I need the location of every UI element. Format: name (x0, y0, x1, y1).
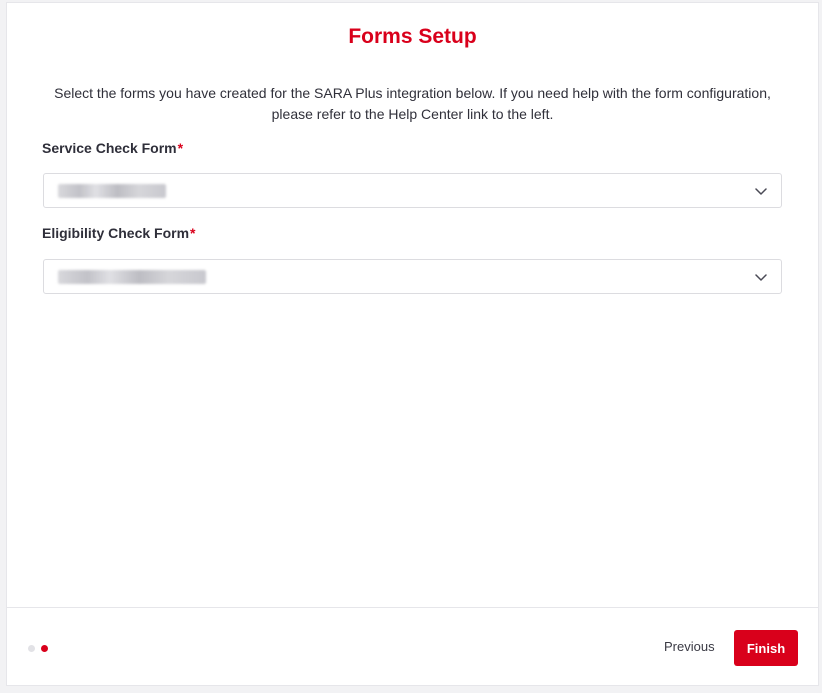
chevron-down-icon (755, 188, 767, 195)
service-check-form-label: Service Check Form* (42, 140, 183, 156)
intro-line-2: please refer to the Help Center link to … (271, 106, 554, 122)
forms-setup-card: Forms Setup Select the forms you have cr… (6, 2, 819, 686)
page-title: Forms Setup (348, 25, 477, 48)
eligibility-check-form-label-text: Eligibility Check Form (42, 225, 190, 241)
service-check-form-selected-value (58, 184, 166, 198)
eligibility-check-form-selected-value (58, 270, 206, 284)
required-asterisk: * (177, 140, 184, 156)
eligibility-check-form-select[interactable] (43, 259, 782, 294)
footer-divider (7, 607, 818, 608)
service-check-form-select[interactable] (43, 173, 782, 208)
service-check-form-label-text: Service Check Form (42, 140, 177, 156)
chevron-down-icon (755, 274, 767, 281)
intro-line-1: Select the forms you have created for th… (54, 85, 771, 101)
previous-button[interactable]: Previous (664, 639, 715, 654)
intro-text: Select the forms you have created for th… (37, 83, 788, 125)
step-dot-2 (41, 645, 48, 652)
finish-button[interactable]: Finish (734, 630, 798, 666)
required-asterisk: * (190, 225, 196, 241)
eligibility-check-form-label: Eligibility Check Form* (42, 225, 195, 241)
step-dot-1 (28, 645, 35, 652)
